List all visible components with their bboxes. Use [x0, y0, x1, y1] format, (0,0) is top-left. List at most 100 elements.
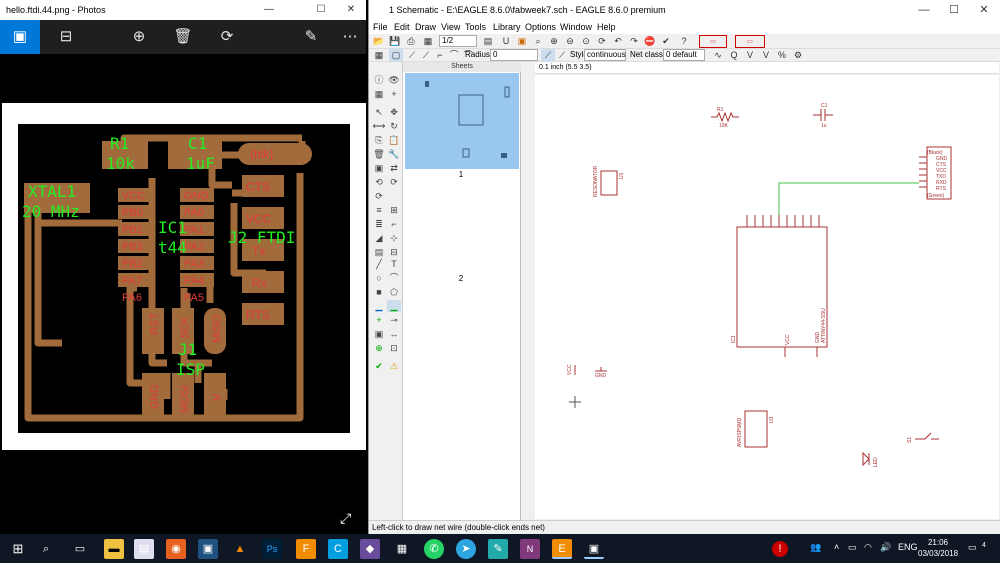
ulp-icon[interactable]: U: [499, 35, 513, 48]
show-icon[interactable]: 👁: [387, 74, 401, 86]
people-icon[interactable]: 👥: [810, 542, 821, 553]
save-icon[interactable]: 💾: [388, 35, 402, 48]
delete-icon[interactable]: 🗑: [163, 20, 203, 54]
cam-icon[interactable]: ▣: [515, 35, 529, 48]
rect-icon[interactable]: ■: [372, 286, 386, 298]
style-2-icon[interactable]: ⟋: [555, 49, 569, 62]
edit-icon[interactable]: ✎: [291, 20, 331, 54]
mirror-icon[interactable]: ⟷: [372, 120, 386, 132]
start-icon[interactable]: ⊞: [8, 539, 28, 559]
erc-icon[interactable]: ✔: [372, 360, 386, 372]
voltage-probe-icon[interactable]: V: [759, 49, 773, 62]
explorer-icon[interactable]: ▬: [104, 539, 124, 559]
spice-icon[interactable]: ▭: [735, 35, 765, 48]
paste-icon[interactable]: 📋: [387, 134, 401, 146]
move-icon[interactable]: ↖: [372, 106, 386, 118]
tray-chevron-icon[interactable]: ˄: [834, 542, 839, 552]
network-icon[interactable]: ▭: [848, 542, 857, 553]
open-icon[interactable]: 📂: [372, 35, 386, 48]
label-icon[interactable]: ⊸: [387, 314, 401, 326]
menu-draw[interactable]: Draw: [415, 20, 436, 34]
replace-icon[interactable]: ⟲: [372, 176, 386, 188]
rotate-tool-icon[interactable]: ↻: [387, 120, 401, 132]
app-icon[interactable]: ▣: [198, 539, 218, 559]
move-group-icon[interactable]: ✥: [387, 106, 401, 118]
attribute-icon[interactable]: ▣: [372, 328, 386, 340]
bend-style-1-icon[interactable]: ⟋: [405, 49, 419, 62]
smash-icon[interactable]: ≣: [372, 218, 386, 230]
print-icon[interactable]: ⎙: [404, 35, 418, 48]
close-icon[interactable]: ✕: [969, 0, 999, 20]
notification-icon[interactable]: ▭: [968, 542, 977, 553]
invoke-icon[interactable]: ⟳: [372, 190, 386, 202]
zoom-icon[interactable]: ⊕: [119, 20, 159, 54]
add-icon[interactable]: ▣: [372, 162, 386, 174]
gateswap-icon[interactable]: ⟳: [387, 176, 401, 188]
mark-icon[interactable]: +: [387, 88, 401, 100]
menu-tools[interactable]: Tools: [465, 20, 486, 34]
tray-app-icon[interactable]: !: [772, 541, 788, 557]
rotate-icon[interactable]: ⟳: [207, 20, 247, 54]
group-icon[interactable]: ⊟: [387, 246, 401, 258]
errors-icon[interactable]: ⚠: [387, 360, 401, 372]
pinswap-icon[interactable]: ⇄: [387, 162, 401, 174]
dimension-icon[interactable]: ↔: [387, 328, 401, 340]
miter-icon[interactable]: ⌐: [387, 218, 401, 230]
script-icon[interactable]: ▤: [481, 35, 495, 48]
menu-file[interactable]: File: [373, 20, 388, 34]
menu-window[interactable]: Window: [560, 20, 592, 34]
go-icon[interactable]: ✔: [659, 35, 673, 48]
search-icon[interactable]: ⌕: [36, 539, 56, 559]
notes-icon[interactable]: ✎: [488, 539, 508, 559]
voltage-icon[interactable]: V: [743, 49, 757, 62]
info-icon[interactable]: ⓘ: [372, 74, 386, 86]
radius-input[interactable]: 0: [490, 49, 538, 61]
menu-help[interactable]: Help: [597, 20, 616, 34]
netclass-select[interactable]: 0 default: [663, 49, 705, 61]
digikey-icon[interactable]: ▭: [699, 35, 727, 48]
wifi-icon[interactable]: ◠: [864, 542, 872, 553]
bend-style-3-icon[interactable]: ⌐: [433, 49, 447, 62]
frame-icon[interactable]: ⊡: [387, 342, 401, 354]
layer-icon[interactable]: ▢: [389, 49, 403, 62]
eagle-taskbar-icon[interactable]: E: [552, 539, 572, 559]
volume-icon[interactable]: 🔊: [880, 542, 891, 553]
minimize-icon[interactable]: —: [909, 0, 939, 20]
grid-icon[interactable]: ▦: [372, 49, 386, 62]
maximize-icon[interactable]: ☐: [939, 0, 969, 20]
junction-icon[interactable]: +: [372, 314, 386, 326]
split-icon[interactable]: ◢: [372, 232, 386, 244]
board-icon[interactable]: ▦: [421, 35, 435, 48]
sheet-thumbnail-1[interactable]: [405, 73, 519, 169]
onenote-icon[interactable]: N: [520, 539, 540, 559]
minimize-icon[interactable]: —: [256, 0, 282, 20]
polygon-icon[interactable]: ⬠: [387, 286, 401, 298]
task-view-icon[interactable]: ▭: [70, 539, 90, 559]
phase-probe-icon[interactable]: %: [775, 49, 789, 62]
zoom-select-icon[interactable]: ⊙: [579, 35, 593, 48]
menu-view[interactable]: View: [441, 20, 460, 34]
wave-icon[interactable]: ∿: [711, 49, 725, 62]
sheet-select[interactable]: 1/2: [439, 35, 477, 47]
schematic-canvas[interactable]: R1 10K C1 1u RESONATOR U1 IC1 ATTINY44-S…: [535, 75, 999, 519]
maximize-icon[interactable]: ☐: [308, 0, 334, 20]
whatsapp-icon[interactable]: ✆: [424, 539, 444, 559]
zoom-out-icon[interactable]: ⊖: [563, 35, 577, 48]
wire-icon[interactable]: ╱: [372, 258, 386, 270]
copy-icon[interactable]: ⎘: [372, 134, 386, 146]
photos-taskbar-icon[interactable]: ▣: [584, 539, 604, 559]
close-icon[interactable]: ✕: [338, 0, 364, 20]
calculator-icon[interactable]: ▦: [392, 539, 412, 559]
stop-icon[interactable]: ⛔: [643, 35, 657, 48]
collection-icon[interactable]: ▣: [0, 20, 40, 54]
fusion-icon[interactable]: F: [296, 539, 316, 559]
zoom-in-icon[interactable]: ⊕: [547, 35, 561, 48]
arc-icon[interactable]: ⌒: [387, 272, 401, 284]
menu-edit[interactable]: Edit: [394, 20, 410, 34]
cura-icon[interactable]: C: [328, 539, 348, 559]
bend-style-2-icon[interactable]: ⟋: [419, 49, 433, 62]
style-icon[interactable]: ⟋: [541, 49, 555, 62]
telegram-icon[interactable]: ➤: [456, 539, 476, 559]
optimize-icon[interactable]: ⊹: [387, 232, 401, 244]
delete-tool-icon[interactable]: 🗑: [372, 148, 386, 160]
